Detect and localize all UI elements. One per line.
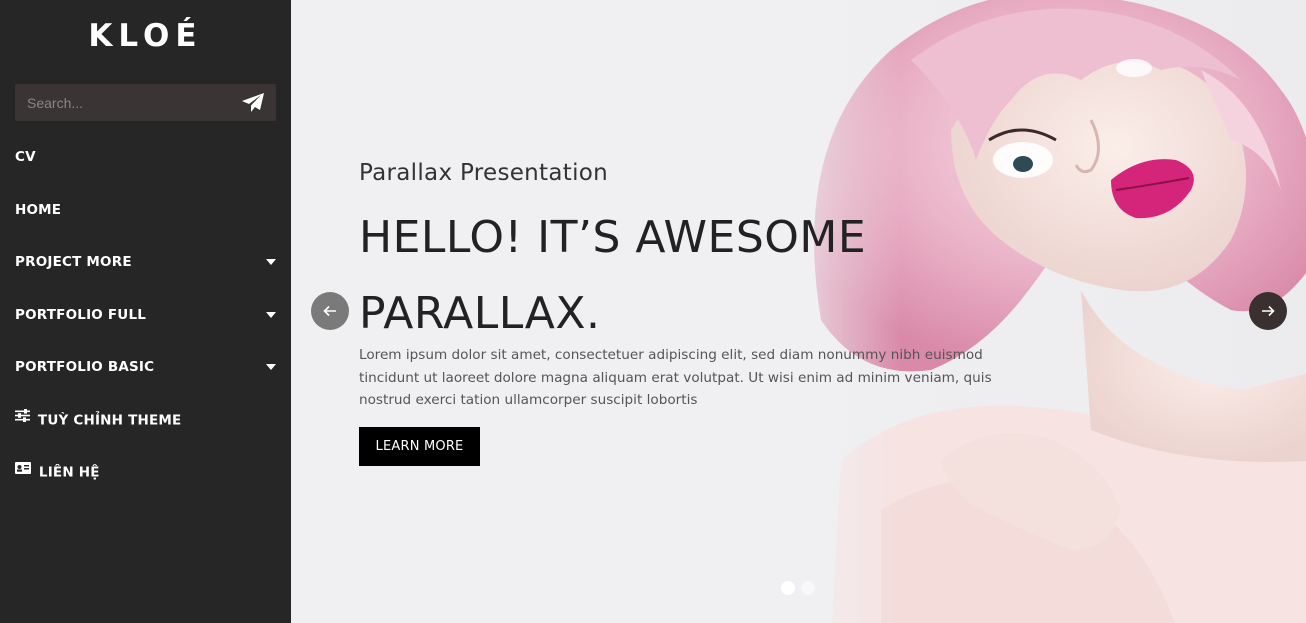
arrow-left-icon (323, 305, 336, 317)
sliders-icon (15, 392, 30, 445)
caret-down-icon[interactable] (266, 259, 276, 265)
send-icon[interactable] (241, 92, 265, 114)
main-nav: CV HOME PROJECT MORE PORTFOLIO FULL PORT… (0, 131, 291, 499)
arrow-right-icon (1262, 305, 1275, 317)
hero-subtitle: Parallax Presentation (359, 160, 609, 186)
nav-item-label: PROJECT MORE (15, 254, 132, 270)
nav-item-cv[interactable]: CV (0, 131, 291, 184)
slide-dot-1[interactable] (781, 581, 795, 595)
nav-item-label: TUỲ CHỈNH THEME (37, 411, 182, 428)
search-box (15, 84, 276, 121)
site-logo[interactable]: KLOÉ (0, 18, 291, 54)
nav-item-contact[interactable]: LIÊN HỆ (0, 446, 291, 499)
nav-item-label: PORTFOLIO BASIC (15, 359, 155, 375)
nav-item-label: HOME (15, 201, 62, 218)
contact-card-icon (15, 444, 31, 497)
slide-pagination (781, 581, 815, 595)
sidebar: KLOÉ CV HOME PROJECT MORE PORTFOLIO FULL… (0, 0, 291, 623)
nav-item-theme-settings[interactable]: TUỲ CHỈNH THEME (0, 394, 291, 447)
hero-headline: HELLO! IT’S AWESOME PARALLAX. (359, 212, 867, 339)
caret-down-icon[interactable] (266, 364, 276, 370)
caret-down-icon[interactable] (266, 311, 276, 318)
nav-item-label: CV (15, 149, 36, 165)
nav-item-home[interactable]: HOME (0, 184, 291, 237)
learn-more-button[interactable]: LEARN MORE (359, 427, 480, 466)
hero-body: Lorem ipsum dolor sit amet, consectetuer… (359, 347, 992, 408)
nav-item-label: LIÊN HỆ (38, 464, 100, 481)
nav-item-portfolio-basic[interactable]: PORTFOLIO BASIC (0, 341, 291, 394)
nav-item-label: PORTFOLIO FULL (15, 306, 147, 323)
slide-dot-2[interactable] (801, 581, 815, 595)
hero-slider: Parallax Presentation HELLO! IT’S AWESOM… (291, 0, 1306, 623)
nav-item-portfolio-full[interactable]: PORTFOLIO FULL (0, 289, 291, 342)
prev-slide-button[interactable] (311, 292, 349, 330)
nav-item-project-more[interactable]: PROJECT MORE (0, 236, 291, 289)
next-slide-button[interactable] (1249, 292, 1287, 330)
search-input[interactable] (15, 84, 249, 121)
